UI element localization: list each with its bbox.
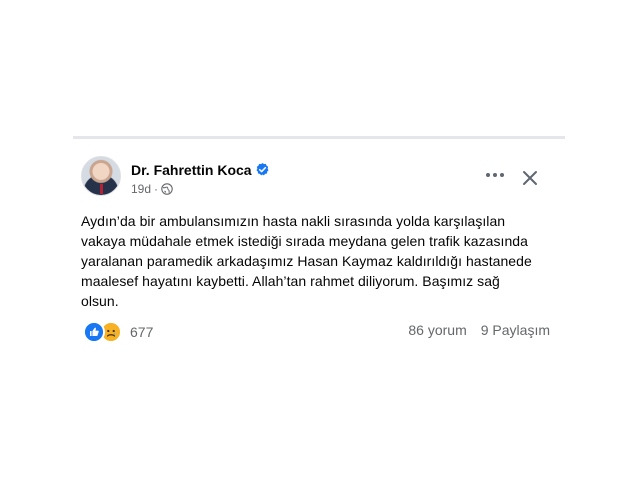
avatar-tie-shape	[100, 184, 103, 194]
screenshot-canvas: Dr. Fahrettin Koca 19d · Aydın’da bir am…	[0, 0, 640, 480]
more-dot-icon	[486, 173, 490, 177]
reaction-count: 677	[130, 324, 154, 340]
reaction-summary[interactable]: 677	[83, 321, 153, 343]
more-dot-icon	[493, 173, 497, 177]
author-name[interactable]: Dr. Fahrettin Koca	[131, 162, 252, 178]
close-icon[interactable]	[521, 169, 539, 187]
engagement-stats: 86 yorum 9 Paylaşım	[408, 322, 550, 338]
verified-badge-icon	[256, 162, 269, 176]
more-dot-icon	[500, 173, 504, 177]
comment-count-link[interactable]: 86 yorum	[408, 322, 466, 338]
post-meta: 19d ·	[131, 182, 173, 196]
post-timestamp[interactable]: 19d	[131, 182, 151, 196]
post-text-line: maalesef hayatını kaybetti. Allah’tan ra…	[81, 273, 500, 289]
post-text-line: vakaya müdahale etmek istediği sırada me…	[81, 233, 528, 249]
post-message: Aydın’da bir ambulansımızın hasta nakli …	[81, 211, 551, 311]
post-text-line: olsun.	[81, 293, 119, 309]
more-options-button[interactable]	[483, 167, 507, 183]
facebook-post-card: Dr. Fahrettin Koca 19d · Aydın’da bir am…	[73, 136, 565, 358]
post-text-line: yaralanan paramedik arkadaşımız Hasan Ka…	[81, 253, 532, 269]
globe-icon	[161, 183, 173, 195]
author-avatar[interactable]	[81, 156, 121, 196]
post-text-line: Aydın’da bir ambulansımızın hasta nakli …	[81, 213, 506, 229]
like-icon	[83, 321, 105, 343]
share-count-link[interactable]: 9 Paylaşım	[481, 322, 550, 338]
meta-separator: ·	[154, 182, 159, 196]
